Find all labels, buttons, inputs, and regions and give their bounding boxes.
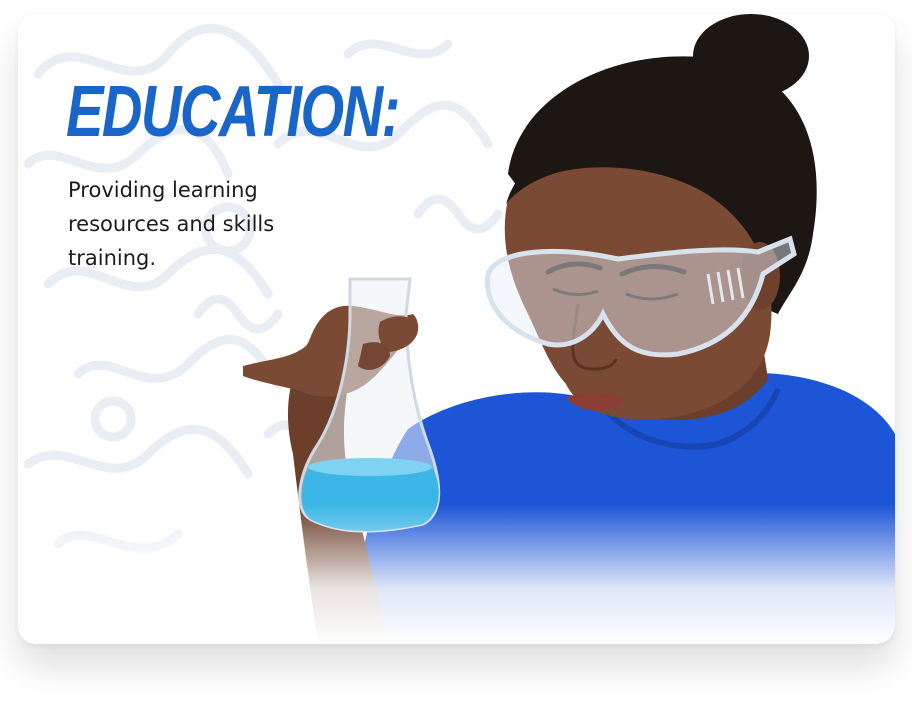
education-card: EDUCATION: Providing learning resources … (18, 14, 895, 644)
page: EDUCATION: Providing learning resources … (0, 0, 912, 710)
bottom-fade-overlay (18, 504, 895, 644)
card-description: Providing learning resources and skills … (68, 178, 275, 270)
card-title: EDUCATION: (66, 72, 400, 152)
